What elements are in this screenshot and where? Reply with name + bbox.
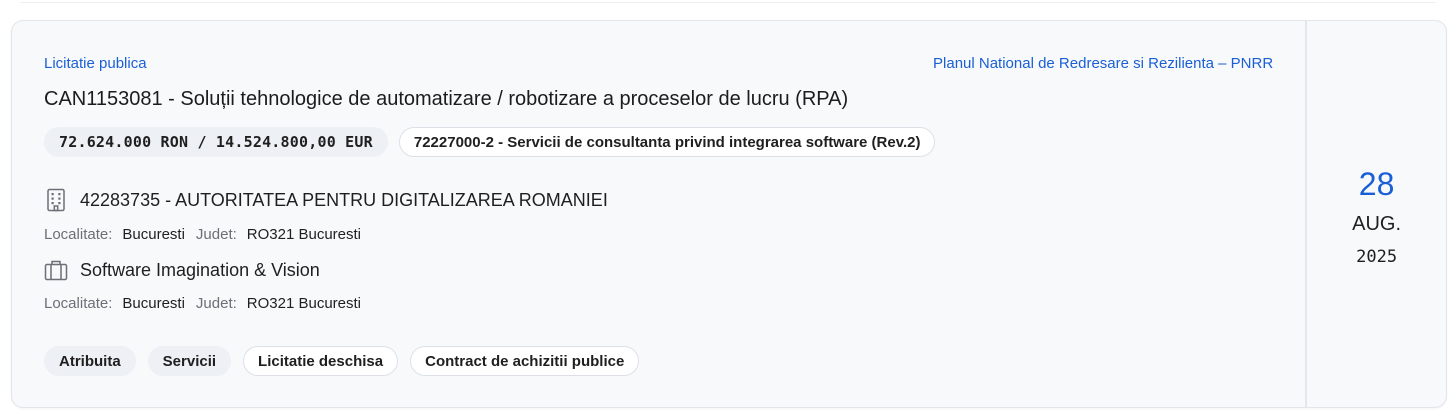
notice-title[interactable]: CAN1153081 - Soluții tehnologice de auto… (44, 88, 848, 111)
cpv-code-chip[interactable]: 72227000-2 - Servicii de consultanta pri… (398, 127, 936, 157)
procedure-type-link[interactable]: Licitatie publica (44, 55, 147, 72)
authority-location: Localitate: Bucuresti Judet: RO321 Bucur… (44, 226, 372, 243)
locality-value: Bucuresti (122, 226, 185, 243)
winner-name: Software Imagination & Vision (80, 259, 320, 280)
building-icon (44, 188, 68, 212)
date-year: 2025 (1356, 247, 1398, 267)
winning-company[interactable]: Software Imagination & Vision (44, 258, 320, 282)
contract-value-chip: 72.624.000 RON / 14.524.800,00 EUR (44, 127, 388, 157)
county-label: Judet: (195, 295, 237, 312)
date-month: AUG. (1352, 213, 1402, 235)
winner-location: Localitate: Bucuresti Judet: RO321 Bucur… (44, 295, 372, 312)
notice-details: Licitatie publica Planul National de Red… (12, 21, 1305, 407)
locality-label: Localitate: (44, 295, 113, 312)
status-tags: Atribuita Servicii Licitatie deschisa Co… (44, 346, 640, 376)
value-chips: 72.624.000 RON / 14.524.800,00 EUR 72227… (44, 127, 936, 157)
tag-category[interactable]: Servicii (147, 346, 232, 376)
county-label: Judet: (195, 226, 237, 243)
briefcase-icon (44, 258, 68, 282)
tag-procedure[interactable]: Licitatie deschisa (243, 346, 399, 376)
authority-name: 42283735 - AUTORITATEA PENTRU DIGITALIZA… (80, 189, 608, 210)
tag-status[interactable]: Atribuita (44, 346, 136, 376)
county-value: RO321 Bucuresti (246, 295, 362, 312)
date-panel: 28 AUG. 2025 (1305, 21, 1446, 407)
date-day: 28 (1358, 166, 1395, 202)
program-link[interactable]: Planul National de Redresare si Rezilien… (933, 55, 1273, 72)
locality-label: Localitate: (44, 226, 113, 243)
county-value: RO321 Bucuresti (246, 226, 362, 243)
top-divider (20, 0, 1436, 3)
notice-card[interactable]: Licitatie publica Planul National de Red… (11, 20, 1447, 408)
tag-contract-type[interactable]: Contract de achizitii publice (410, 346, 640, 376)
locality-value: Bucuresti (122, 295, 185, 312)
contracting-authority[interactable]: 42283735 - AUTORITATEA PENTRU DIGITALIZA… (44, 188, 608, 212)
